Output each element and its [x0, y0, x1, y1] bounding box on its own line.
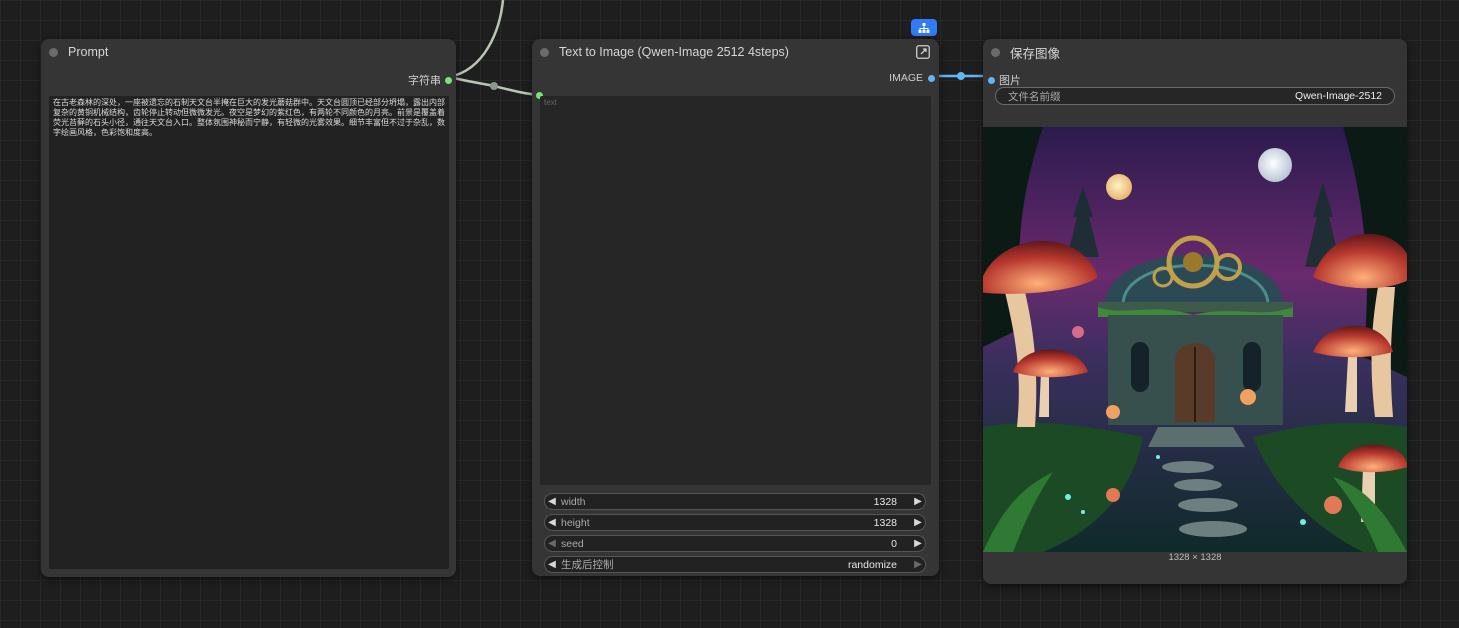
widget-label: seed [561, 537, 584, 550]
filename-prefix-label: 文件名前缀 [1008, 90, 1061, 103]
prompt-node[interactable]: Prompt 字符串 在古老森林的深处，一座被遗忘的石制天文台半掩在巨大的发光蘑… [41, 39, 456, 577]
generated-image-preview[interactable] [983, 127, 1407, 552]
node-link-button[interactable] [911, 19, 937, 36]
save-node-header[interactable]: 保存图像 [983, 39, 1407, 65]
width-widget[interactable]: ◀ width 1328 ▶ [544, 493, 926, 510]
save-image-node[interactable]: 保存图像 图片 文件名前缀 Qwen-Image-2512 1328 × 132… [983, 39, 1407, 584]
control-after-generate-widget[interactable]: ◀ 生成后控制 randomize ▶ [544, 556, 926, 573]
widget-value: randomize [847, 558, 897, 571]
increment-arrow-icon[interactable]: ▶ [911, 538, 925, 549]
wire-prompt-to-text [448, 75, 541, 97]
decrement-arrow-icon[interactable]: ◀ [545, 517, 559, 528]
text-placeholder: text [544, 98, 557, 107]
t2i-text-widget[interactable]: text [540, 96, 931, 485]
decrement-arrow-icon[interactable]: ◀ [545, 496, 559, 507]
node-status-dot[interactable] [49, 47, 58, 57]
filename-prefix-value: Qwen-Image-2512 [1295, 90, 1382, 102]
node-title: 保存图像 [1010, 46, 1061, 61]
node-status-dot[interactable] [991, 47, 1000, 57]
increment-arrow-icon[interactable]: ▶ [911, 517, 925, 528]
image-input-dot[interactable] [988, 76, 995, 84]
slot-label: 图片 [999, 75, 1021, 87]
text-to-image-node[interactable]: Text to Image (Qwen-Image 2512 4steps) I… [532, 39, 939, 576]
widget-label: height [561, 516, 590, 529]
image-size-caption: 1328 × 1328 [1168, 552, 1222, 563]
input-slot-image[interactable]: 图片 [988, 72, 1021, 88]
wire-image-dot [957, 72, 965, 80]
slot-label: IMAGE [889, 72, 923, 84]
widget-label: 生成后控制 [561, 559, 614, 571]
increment-arrow-icon[interactable]: ▶ [911, 496, 925, 507]
node-title: Prompt [68, 45, 109, 59]
image-output-dot[interactable] [928, 74, 935, 82]
widget-value: 0 [891, 537, 897, 550]
widget-label: width [561, 495, 586, 508]
output-slot-string[interactable]: 字符串 [408, 72, 452, 88]
prompt-node-header[interactable]: Prompt [41, 39, 456, 65]
slot-label: 字符串 [408, 75, 441, 87]
increment-arrow-icon[interactable]: ▶ [911, 559, 925, 570]
prompt-textarea[interactable]: 在古老森林的深处，一座被遗忘的石制天文台半掩在巨大的发光蘑菇群中。天文台圆顶已经… [49, 96, 449, 569]
decrement-arrow-icon[interactable]: ◀ [545, 538, 559, 549]
widget-value: 1328 [873, 516, 897, 529]
string-output-dot[interactable] [445, 76, 452, 84]
height-widget[interactable]: ◀ height 1328 ▶ [544, 514, 926, 531]
wire-reroute-dot [490, 82, 498, 90]
widget-value: 1328 [873, 495, 897, 508]
seed-widget[interactable]: ◀ seed 0 ▶ [544, 535, 926, 552]
node-title: Text to Image (Qwen-Image 2512 4steps) [559, 45, 789, 59]
node-link-icon [918, 22, 930, 33]
node-status-dot[interactable] [540, 47, 549, 57]
t2i-node-header[interactable]: Text to Image (Qwen-Image 2512 4steps) [532, 39, 939, 65]
output-slot-image[interactable]: IMAGE [889, 72, 935, 84]
filename-prefix-field[interactable]: 文件名前缀 Qwen-Image-2512 [995, 87, 1395, 105]
wire-to-top [448, 0, 505, 79]
decrement-arrow-icon[interactable]: ◀ [545, 559, 559, 570]
expand-icon[interactable] [916, 45, 930, 59]
